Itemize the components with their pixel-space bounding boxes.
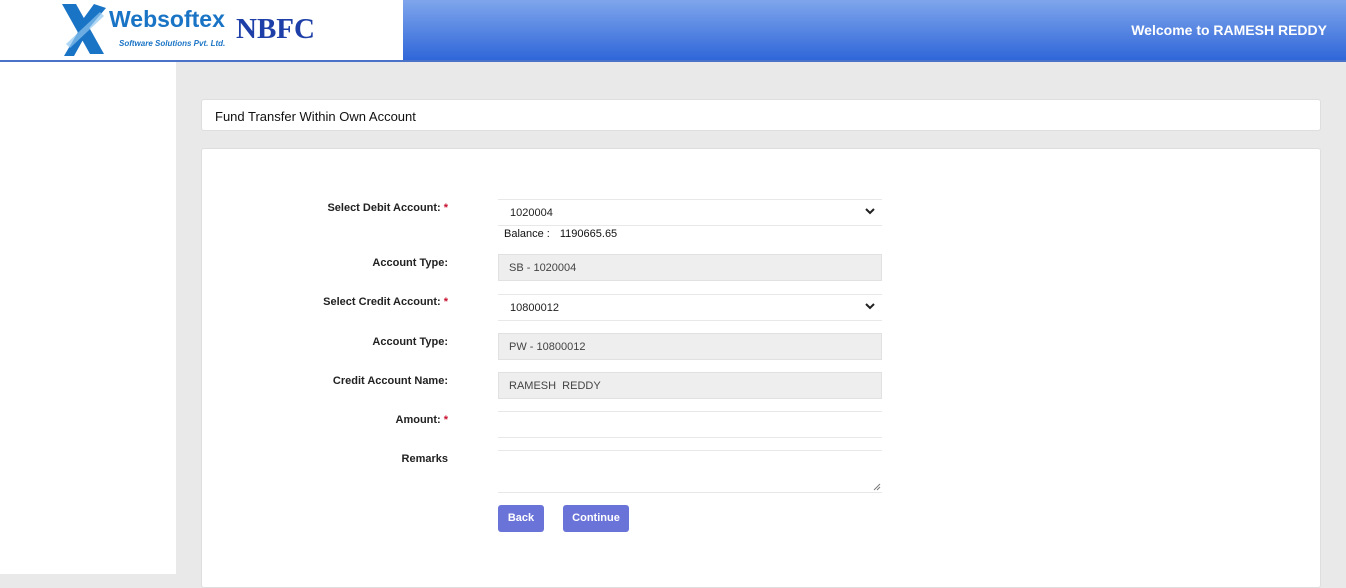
debit-account-value: 1020004 [510,207,553,219]
balance-value: 1190665.65 [559,228,618,240]
websoftex-x-logo-icon [62,4,106,56]
remarks-label: Remarks [401,453,448,465]
credit-account-type-label: Account Type: [372,336,448,348]
required-marker: * [443,296,448,308]
continue-button[interactable]: Continue [563,505,629,532]
chevron-down-icon [865,208,875,215]
back-button[interactable]: Back [498,505,544,532]
credit-account-select[interactable]: 10800012 [498,294,882,321]
amount-input[interactable] [498,411,882,438]
credit-account-label-text: Select Credit Account: [323,296,441,308]
header-bar: Welcome to RAMESH REDDY [403,0,1346,60]
page-title: Fund Transfer Within Own Account [215,109,416,124]
debit-account-type-value: SB - 1020004 [509,262,577,274]
fund-transfer-form: Select Debit Account: * 1020004 Balance :… [201,148,1321,588]
credit-account-label: Select Credit Account: * [323,296,448,308]
brand-name: Websoftex [109,6,225,32]
credit-account-type-value: PW - 10800012 [509,341,586,353]
debit-account-type-field: SB - 1020004 [498,254,882,281]
header-divider [0,60,1346,62]
credit-account-type-field: PW - 10800012 [498,333,882,360]
product-name: NBFC [236,13,315,45]
debit-account-label-text: Select Debit Account: [327,202,441,214]
debit-account-type-label: Account Type: [372,257,448,269]
credit-account-name-label: Credit Account Name: [332,375,448,387]
resize-handle-icon[interactable] [873,483,881,491]
debit-account-select[interactable]: 1020004 [498,199,882,226]
amount-label-text: Amount: [395,414,441,426]
page-title-panel: Fund Transfer Within Own Account [201,99,1321,131]
balance-info: Balance : 1190665.65 [504,228,617,240]
sidebar [0,62,176,574]
debit-account-label: Select Debit Account: * [327,202,448,214]
logo-area: Websoftex Software Solutions Pvt. Ltd. N… [0,0,403,60]
required-marker: * [443,414,448,426]
welcome-text: Welcome to RAMESH REDDY [1131,22,1327,38]
chevron-down-icon [865,303,875,310]
amount-label: Amount: * [396,414,449,426]
app-header: Websoftex Software Solutions Pvt. Ltd. N… [0,0,1346,62]
brand-subtitle: Software Solutions Pvt. Ltd. [119,39,226,48]
credit-account-value: 10800012 [510,302,559,314]
required-marker: * [443,202,448,214]
credit-account-name-value: RAMESH REDDY [509,380,601,392]
balance-label: Balance : [504,228,550,240]
credit-account-name-field: RAMESH REDDY [498,372,882,399]
remarks-textarea[interactable] [498,450,882,493]
